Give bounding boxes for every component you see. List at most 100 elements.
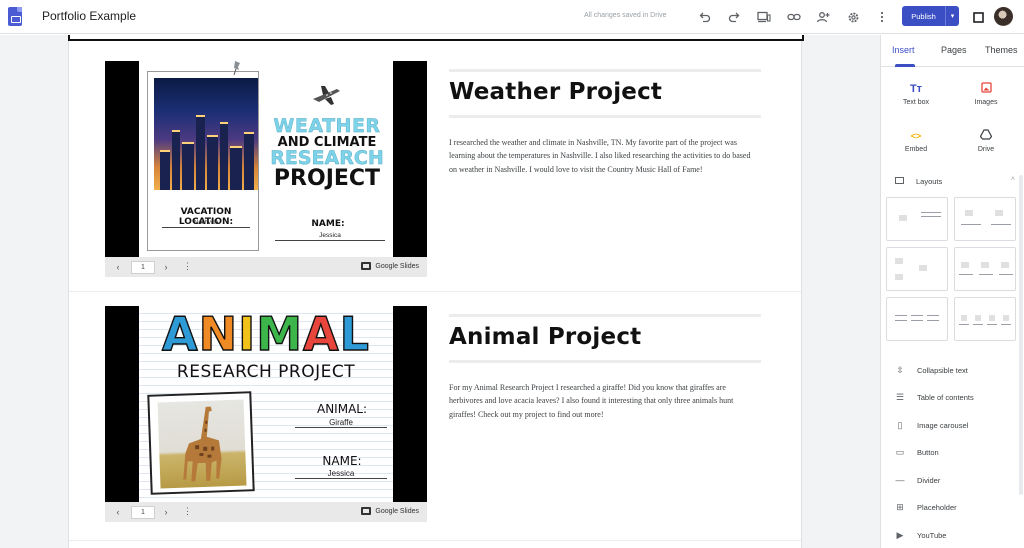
animal-slide-title: ANIMAL [139, 307, 393, 361]
save-status: All changes saved in Drive [584, 12, 667, 19]
embed-icon: <> [910, 131, 922, 141]
google-slides-icon [361, 262, 372, 270]
next-slide-icon[interactable]: › [161, 262, 171, 272]
link-icon[interactable] [786, 9, 802, 25]
animal-value: Giraffe [295, 418, 387, 428]
section-title[interactable]: Weather Project [449, 79, 662, 105]
publish-dropdown-icon[interactable]: ▾ [946, 6, 959, 26]
slide-page-number[interactable]: 1 [131, 506, 155, 519]
publish-button[interactable]: Publish [902, 6, 946, 26]
vacation-card: VACATION LOCATION: Nashville [147, 71, 259, 251]
text-box-icon: Tт [909, 83, 923, 95]
more-options-icon[interactable]: ⋮ [183, 261, 192, 272]
button-icon: ▭ [895, 447, 905, 457]
google-slides-icon [361, 507, 372, 515]
insert-placeholder[interactable]: ⊞ Placeholder [881, 494, 1024, 520]
insert-button[interactable]: ▭ Button [881, 439, 1024, 465]
name-value: Jessica [295, 469, 387, 479]
google-slides-embed[interactable]: VACATION LOCATION: Nashville WEATHER AND… [105, 61, 427, 277]
slides-control-bar: ‹ 1 › ⋮ Google Slides [105, 502, 427, 522]
layouts-icon [895, 177, 904, 184]
layout-tile[interactable] [886, 297, 948, 341]
header-section[interactable] [68, 35, 804, 41]
tab-insert[interactable]: Insert [892, 45, 915, 55]
settings-icon[interactable] [845, 9, 861, 25]
tab-pages[interactable]: Pages [941, 45, 967, 55]
slide-page-number[interactable]: 1 [131, 261, 155, 274]
site-title[interactable]: Portfolio Example [42, 9, 136, 23]
title-divider [449, 360, 761, 363]
publish-button-group: Publish ▾ [902, 6, 959, 26]
google-slides-link[interactable]: Google Slides [361, 262, 419, 270]
layout-tile[interactable] [954, 297, 1016, 341]
google-slides-link[interactable]: Google Slides [361, 507, 419, 515]
title-divider [449, 314, 761, 317]
google-sites-icon[interactable] [8, 7, 22, 26]
insert-table-of-contents[interactable]: ☰ Table of contents [881, 384, 1024, 410]
animal-slide-subtitle: RESEARCH PROJECT [176, 362, 356, 382]
giraffe-photo-frame [147, 391, 255, 495]
layout-tile[interactable] [954, 197, 1016, 241]
prev-slide-icon[interactable]: ‹ [113, 507, 123, 517]
google-slides-embed[interactable]: ANIMAL RESEARCH PROJECT ANIMAL: Giraffe … [105, 306, 427, 522]
title-letter: A [302, 307, 340, 361]
next-slide-icon[interactable]: › [161, 507, 171, 517]
table-of-contents-icon: ☰ [895, 392, 905, 402]
youtube-icon: ▶ [896, 530, 904, 540]
panel-tabs: Insert Pages Themes [881, 35, 1024, 67]
more-vert-icon[interactable] [874, 9, 890, 25]
active-tab-indicator [895, 64, 915, 67]
weather-slide-title: WEATHER AND CLIMATE RESEARCH PROJECT [270, 115, 384, 191]
giraffe-photo [157, 399, 247, 489]
insert-images[interactable]: Images [956, 82, 1016, 106]
animal-slide: ANIMAL RESEARCH PROJECT ANIMAL: Giraffe … [139, 306, 393, 502]
panel-toggle-icon[interactable] [970, 9, 986, 25]
section-separator [69, 540, 801, 541]
insert-embed[interactable]: <> Embed [886, 129, 946, 153]
insert-youtube[interactable]: ▶ YouTube [881, 522, 1024, 548]
section-description[interactable]: For my Animal Research Project I researc… [449, 381, 759, 421]
insert-collapsible-text[interactable]: ⇳ Collapsible text [881, 357, 1024, 383]
images-icon [956, 82, 1016, 96]
layout-tile[interactable] [886, 247, 948, 291]
top-bar: Portfolio Example All changes saved in D… [0, 0, 1024, 34]
insert-text-box[interactable]: Tт Text box [886, 82, 946, 106]
drive-icon [956, 129, 1016, 143]
collapsible-text-icon: ⇳ [896, 365, 904, 375]
title-letter: M [256, 307, 304, 361]
insert-panel: Insert Pages Themes Tт Text box Images <… [880, 35, 1024, 548]
title-divider [449, 69, 761, 72]
section-description[interactable]: I researched the weather and climate in … [449, 136, 759, 176]
title-letter: N [198, 307, 239, 361]
more-options-icon[interactable]: ⋮ [183, 506, 192, 517]
weather-slide: VACATION LOCATION: Nashville WEATHER AND… [139, 61, 393, 257]
image-carousel-icon: ▯ [897, 420, 903, 430]
location-value: Nashville [162, 220, 250, 228]
tab-themes[interactable]: Themes [985, 45, 1018, 55]
section-title[interactable]: Animal Project [449, 324, 641, 350]
share-icon[interactable] [815, 9, 831, 25]
preview-icon[interactable] [756, 9, 772, 25]
name-value: Jessica [275, 232, 385, 241]
layout-tile[interactable] [954, 247, 1016, 291]
redo-icon[interactable] [726, 9, 742, 25]
airplane-icon [313, 86, 340, 105]
name-label: NAME: [311, 219, 345, 229]
pushpin-icon [233, 61, 240, 75]
slides-control-bar: ‹ 1 › ⋮ Google Slides [105, 257, 427, 277]
layout-tile[interactable] [886, 197, 948, 241]
name-label: NAME: [322, 454, 362, 468]
divider-icon: — [895, 475, 905, 485]
site-page: VACATION LOCATION: Nashville WEATHER AND… [68, 35, 804, 548]
editor-canvas: VACATION LOCATION: Nashville WEATHER AND… [0, 35, 880, 548]
title-divider [449, 115, 761, 118]
insert-image-carousel[interactable]: ▯ Image carousel [881, 412, 1024, 438]
collapse-icon[interactable]: ˄ [1011, 176, 1015, 183]
section-separator [69, 291, 801, 292]
insert-drive[interactable]: Drive [956, 129, 1016, 153]
undo-icon[interactable] [697, 9, 713, 25]
prev-slide-icon[interactable]: ‹ [113, 262, 123, 272]
avatar[interactable] [994, 7, 1013, 26]
insert-divider[interactable]: — Divider [881, 467, 1024, 493]
title-letter: I [237, 307, 257, 361]
